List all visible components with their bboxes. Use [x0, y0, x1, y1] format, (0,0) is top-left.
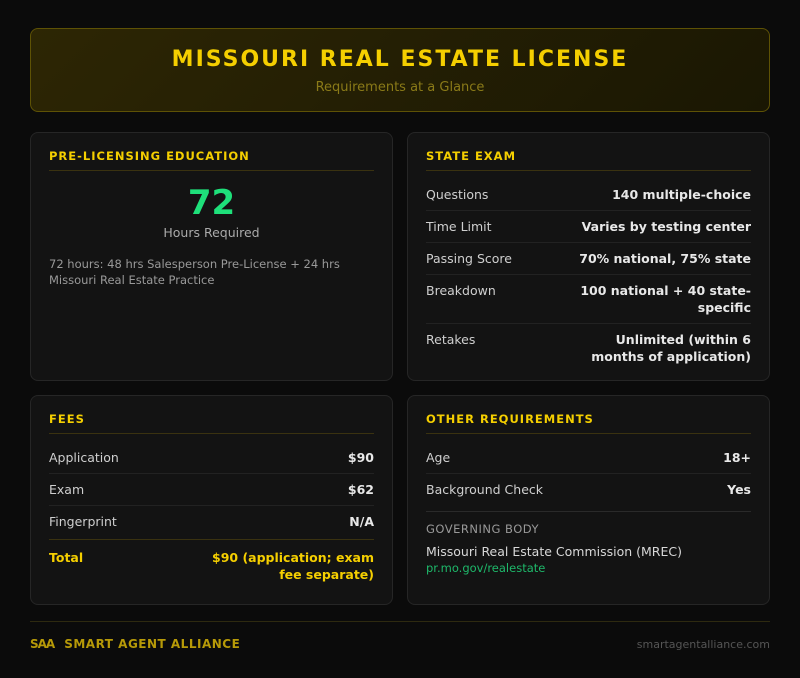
- row-label: Passing Score: [426, 251, 512, 266]
- total-label: Total: [49, 550, 84, 565]
- card-title: FEES: [49, 412, 374, 434]
- info-row: Passing Score 70% national, 75% state: [426, 243, 751, 275]
- row-label: Background Check: [426, 482, 543, 497]
- row-label: Exam: [49, 482, 85, 497]
- info-row: Questions 140 multiple-choice: [426, 179, 751, 211]
- hours-label: Hours Required: [163, 225, 260, 240]
- row-value: N/A: [349, 514, 374, 529]
- other-requirements-card: OTHER REQUIREMENTS Age 18+ Background Chec…: [407, 395, 770, 605]
- row-value: 18+: [723, 450, 751, 465]
- row-value: $90: [347, 450, 374, 465]
- row-label: Time Limit: [426, 219, 492, 234]
- row-value: 70% national, 75% state: [579, 251, 751, 266]
- row-label: Age: [426, 450, 451, 465]
- card-title: STATE EXAM: [426, 149, 751, 171]
- row-value: Yes: [727, 482, 751, 497]
- page-title: MISSOURI REAL ESTATE LICENSE: [171, 47, 629, 72]
- header-banner: MISSOURI REAL ESTATE LICENSE Requirement…: [30, 28, 770, 112]
- footer-brand: SAA SMART AGENT ALLIANCE: [30, 637, 240, 651]
- saa-logo-icon: SAA: [30, 637, 55, 651]
- footer-divider: [30, 621, 770, 622]
- total-value: $90 (application; exam fee separate): [212, 550, 374, 582]
- row-label: Fingerprint: [49, 514, 117, 529]
- brand-name: SMART AGENT ALLIANCE: [64, 637, 241, 651]
- info-row: Time Limit Varies by testing center: [426, 211, 751, 243]
- row-value: Varies by testing center: [581, 219, 751, 234]
- info-row: Exam $62: [49, 474, 374, 506]
- row-label: Breakdown: [426, 283, 496, 298]
- exam-card: STATE EXAM Questions 140 multiple-choice T…: [407, 132, 770, 381]
- row-label: Retakes: [426, 332, 476, 347]
- footer-site: smartagentalliance.com: [636, 638, 770, 651]
- row-value: 100 national + 40 state-specific: [580, 283, 751, 315]
- education-description: 72 hours: 48 hrs Salesperson Pre-License…: [49, 257, 340, 287]
- info-row: Background Check Yes: [426, 474, 751, 505]
- row-label: Questions: [426, 187, 489, 202]
- info-row: Retakes Unlimited (within 6 months of app…: [426, 324, 751, 372]
- governing-link[interactable]: pr.mo.gov/realestate: [426, 561, 751, 575]
- info-row: Breakdown 100 national + 40 state-specifi…: [426, 275, 751, 324]
- row-value: Unlimited (within 6 months of applicatio…: [591, 332, 751, 364]
- education-card: PRE-LICENSING EDUCATION 72 Hours Require…: [30, 132, 393, 381]
- info-row: Age 18+: [426, 442, 751, 474]
- fees-card: FEES Application $90 Exam $62 Fingerprint N/A…: [30, 395, 393, 605]
- info-row: Application $90: [49, 442, 374, 474]
- governing-label: GOVERNING BODY: [426, 522, 540, 536]
- row-value: 140 multiple-choice: [612, 187, 751, 202]
- governing-body: GOVERNING BODY Missouri Real Estate Comm…: [426, 511, 751, 575]
- card-title: PRE-LICENSING EDUCATION: [49, 149, 374, 171]
- info-row: Fingerprint N/A: [49, 506, 374, 537]
- card-title: OTHER REQUIREMENTS: [426, 412, 751, 434]
- row-label: Application: [49, 450, 119, 465]
- page-subtitle: Requirements at a Glance: [315, 80, 485, 95]
- fees-total: Total $90 (application; exam fee separat…: [49, 539, 374, 583]
- hours-value: 72: [187, 183, 236, 223]
- row-value: $62: [347, 482, 374, 497]
- governing-name: Missouri Real Estate Commission (MREC): [426, 544, 682, 559]
